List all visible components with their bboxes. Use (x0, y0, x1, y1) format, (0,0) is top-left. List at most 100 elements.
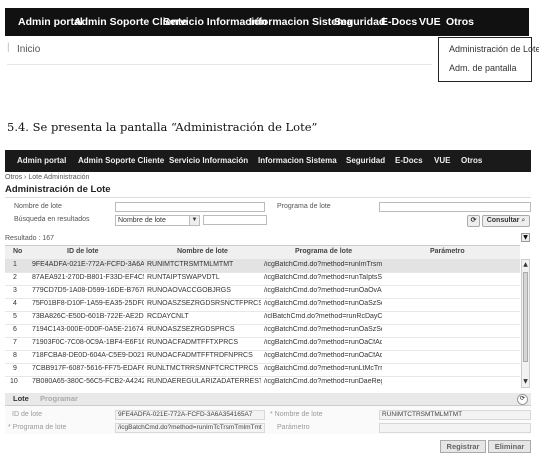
cell-nombre-lote: RUNOASZSEZRGDSRSNCTFPRCS (147, 300, 261, 307)
cell-nombre-lote: RUNIMTCTRSMTMLMTMT (147, 261, 234, 268)
expand-chevron-icon[interactable]: ▼ (521, 233, 530, 242)
cell-programa-lote: /icgBatchCmd.do?method=runTaIptsSwapVdtl (264, 274, 382, 281)
cell-id-lote: 71903F0C-7C08-0C9A-1BF4-E6F1631D9C82 (32, 339, 144, 346)
cell-id-lote: 7B080A65-380C-56C5-FCB2-A4242D3E1C9F (32, 378, 144, 385)
top-navbar: Admin portal Admin Soporte Cliente Servi… (5, 8, 529, 36)
programa-lote-input[interactable] (379, 202, 531, 212)
chevron-down-icon: ▼ (189, 216, 199, 225)
cell-programa-lote: /icgBatchCmd.do?method=runImTrsmTmlmTmt (264, 261, 382, 268)
tab-programar[interactable]: Programar (40, 394, 78, 403)
nombre-lote-label: Nombre de lote (14, 203, 62, 210)
nombre-lote-input[interactable] (115, 202, 265, 212)
nombre-lote-detail-label: * Nombre de lote (270, 411, 323, 418)
eliminar-button[interactable]: Eliminar (488, 440, 531, 453)
column-header-parametro[interactable]: Parámetro (430, 248, 465, 255)
nav-item-e-docs[interactable]: E-Docs (381, 8, 417, 36)
cell-no: 3 (13, 287, 17, 294)
cell-programa-lote: /iclBatchCmd.do?method=runRcDayCnlt (264, 313, 382, 320)
cell-no: 6 (13, 326, 17, 333)
nav-item-seguridad[interactable]: Seguridad (346, 150, 385, 172)
id-lote-label: ID de lote (12, 411, 42, 418)
cell-programa-lote: /icgBatchCmd.do?method=runOaCfAdmtFftxPr… (264, 339, 382, 346)
column-header-id-lote[interactable]: ID de lote (67, 248, 99, 255)
table-row[interactable]: 6 7194C143-000E-0D0F-0A5E-216748E7D0E5 R… (5, 324, 520, 338)
app-breadcrumb: Otros › Lote Administración (5, 174, 90, 181)
nav-item-e-docs[interactable]: E-Docs (395, 150, 423, 172)
scroll-up-icon[interactable]: ▲ (522, 261, 529, 269)
nav-item-otros[interactable]: Otros (461, 150, 482, 172)
scrollbar-thumb[interactable] (523, 272, 528, 362)
nombre-lote-detail-field[interactable]: RUNIMTCTRSMTMLMTMT (379, 410, 531, 420)
cell-no: 10 (10, 378, 18, 385)
programa-lote-detail-label: * Programa de lote (8, 424, 67, 431)
cell-programa-lote: /icgBatchCmd.do?method=runDaeRegularizad… (264, 378, 382, 385)
parametro-detail-label: Parámetro (277, 424, 310, 431)
table-scrollbar[interactable]: ▲ ▼ (521, 259, 530, 388)
cell-id-lote: 718FCBA8-DE0D-604A-C5E9-D021574E4AB9 (32, 352, 144, 359)
cell-no: 8 (13, 352, 17, 359)
busqueda-select[interactable]: Nombre de lote ▼ (115, 215, 200, 226)
breadcrumb: | Inicio (7, 36, 432, 65)
cell-programa-lote: /icgBatchCmd.do?method=runLtMcTrrsMnft (264, 365, 382, 372)
busqueda-input[interactable] (203, 215, 267, 225)
detail-tabs: Lote Programar ⟳ (5, 393, 531, 406)
nav-item-seguridad[interactable]: Seguridad (334, 8, 385, 36)
cell-no: 7 (13, 339, 17, 346)
result-count: Resultado : 167 (5, 235, 55, 242)
app-navbar: Admin portal Admin Soporte Cliente Servi… (5, 150, 531, 172)
column-header-nombre-lote[interactable]: Nombre de lote (177, 248, 228, 255)
nav-item-admin-soporte-cliente[interactable]: Admin Soporte Cliente (78, 150, 164, 172)
busqueda-select-value: Nombre de lote (118, 217, 166, 224)
scroll-down-icon[interactable]: ▼ (522, 378, 529, 386)
cell-nombre-lote: RUNOACFADMTFFTRDFNPRCS (147, 352, 253, 359)
nav-item-vue[interactable]: VUE (419, 8, 441, 36)
breadcrumb-home[interactable]: Inicio (17, 44, 40, 55)
nav-item-vue[interactable]: VUE (434, 150, 450, 172)
table-row[interactable]: 5 73BA826C-E50D-601B-722E-AE2D1D1F7C44 R… (5, 311, 520, 325)
programa-lote-detail-field[interactable]: /icgBatchCmd.do?method=runImTcTrsmTmlmTm… (115, 423, 265, 433)
cell-programa-lote: /icgBatchCmd.do?method=runOaCfAdmtFftrdf… (264, 352, 382, 359)
table-row[interactable]: 10 7B080A65-380C-56C5-FCB2-A4242D3E1C9F … (5, 376, 520, 388)
nav-item-admin-portal[interactable]: Admin portal (17, 150, 66, 172)
tab-lote[interactable]: Lote (13, 394, 29, 403)
parametro-detail-field[interactable] (379, 423, 531, 433)
table-row[interactable]: 8 718FCBA8-DE0D-604A-C5E9-D021574E4AB9 R… (5, 350, 520, 364)
table-row[interactable]: 3 779CD7D5-1A08-D599-16DE-B767D6B4E512 R… (5, 285, 520, 299)
cell-no: 5 (13, 313, 17, 320)
collapse-icon[interactable]: ⟳ (517, 394, 528, 405)
menu-item-adm-de-pantalla[interactable]: Adm. de pantalla (449, 63, 517, 73)
nav-item-informacion-sistema[interactable]: Informacion Sistema (258, 150, 337, 172)
breadcrumb-separator-icon: | (7, 42, 10, 53)
column-header-programa-lote[interactable]: Programa de lote (295, 248, 352, 255)
table-row[interactable]: 1 9FE4ADFA-021E-772A-FCFD-3A6A354165A7 R… (5, 259, 520, 273)
lote-table-body: 1 9FE4ADFA-021E-772A-FCFD-3A6A354165A7 R… (5, 259, 520, 388)
cell-no: 1 (13, 261, 17, 268)
nav-item-otros[interactable]: Otros (446, 8, 474, 36)
table-row[interactable]: 7 71903F0C-7C08-0C9A-1BF4-E6F1631D9C82 R… (5, 337, 520, 351)
refresh-icon: ⟳ (470, 217, 477, 224)
cell-nombre-lote: RUNTAIPTSWAPVDTL (147, 274, 220, 281)
menu-item-administracion-de-lote[interactable]: Administración de Lote (449, 44, 539, 54)
cell-id-lote: 7CBB917F-6087-5616-FF75-EDAF6B5E7A10 (32, 365, 144, 372)
registrar-button[interactable]: Registrar (440, 440, 486, 453)
title-divider (5, 197, 531, 198)
cell-nombre-lote: RUNDAEREGULARIZADATERRESTRE (147, 378, 261, 385)
refresh-button[interactable]: ⟳ (467, 215, 480, 227)
section-caption: 5.4. Se presenta la pantalla “Administra… (7, 120, 318, 134)
page-title: Administración de Lote (5, 184, 111, 195)
cell-nombre-lote: RUNOAOVACCGOBJRGS (147, 287, 231, 294)
column-header-no[interactable]: No (13, 248, 22, 255)
table-row[interactable]: 2 87AEA921-270D-B801-F33D-EF4C5B7A0213 R… (5, 272, 520, 286)
consultar-button-label: Consultar (486, 217, 520, 224)
nav-item-servicio-informacion[interactable]: Servicio Información (169, 150, 248, 172)
busqueda-resultados-label: Búsqueda en resultados (14, 216, 90, 223)
cell-programa-lote: /icgBatchCmd.do?method=runOaOvAccGobjrgs (264, 287, 382, 294)
cell-no: 2 (13, 274, 17, 281)
table-row[interactable]: 4 75F01BF8-D10F-1A59-EA35-25DF0C7E6A3F R… (5, 298, 520, 312)
id-lote-field: 9FE4ADFA-021E-772A-FCFD-3A6A354165A7 (115, 410, 265, 420)
table-row[interactable]: 9 7CBB917F-6087-5616-FF75-EDAF6B5E7A10 R… (5, 363, 520, 377)
cell-id-lote: 87AEA921-270D-B801-F33D-EF4C5B7A0213 (32, 274, 144, 281)
consultar-button[interactable]: Consultar ⌕ (482, 215, 530, 227)
cell-no: 9 (13, 365, 17, 372)
otros-dropdown-menu: Administración de Lote Adm. de pantalla (438, 37, 539, 82)
